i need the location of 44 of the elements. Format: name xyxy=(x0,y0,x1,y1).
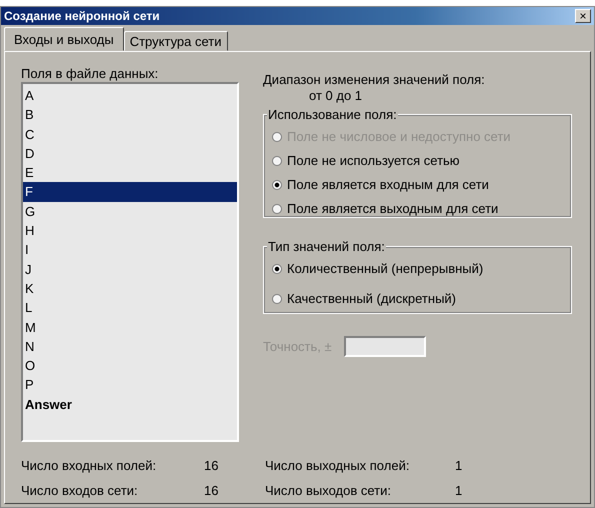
radio-option[interactable]: Количественный (непрерывный) xyxy=(272,257,563,281)
range-label: Диапазон изменения значений поля: xyxy=(263,72,486,88)
list-item[interactable]: P xyxy=(23,375,237,395)
radio-button[interactable] xyxy=(272,294,282,304)
list-item[interactable]: A xyxy=(23,86,237,106)
group-title: Использование поля: xyxy=(267,107,398,122)
tab[interactable]: Структура сети xyxy=(124,31,228,51)
range-value: от 0 до 1 xyxy=(309,88,364,104)
list-item[interactable]: E xyxy=(23,163,237,182)
radio-option[interactable]: Поле является выходным для сети xyxy=(272,197,563,221)
radio-option[interactable]: Поле не используется сетью xyxy=(272,149,563,173)
list-item[interactable]: Answer xyxy=(23,394,237,414)
radio-button[interactable] xyxy=(272,180,282,190)
group-title: Тип значений поля: xyxy=(267,239,386,254)
list-item[interactable]: O xyxy=(23,356,237,376)
list-item[interactable]: B xyxy=(23,105,237,125)
window-title: Создание нейронной сети xyxy=(4,9,160,23)
radio-button[interactable] xyxy=(272,204,282,214)
list-item[interactable]: N xyxy=(23,336,237,356)
list-label: Поля в файле данных: xyxy=(21,66,160,82)
list-item[interactable]: F xyxy=(23,182,237,202)
radio-option[interactable]: Качественный (дискретный) xyxy=(272,287,563,311)
radio-option[interactable]: Поле является входным для сети xyxy=(272,173,563,197)
stat-label: Число выходов сети: xyxy=(265,483,392,499)
list-item[interactable]: J xyxy=(23,260,237,279)
list-item[interactable]: C xyxy=(23,124,237,144)
radio-button[interactable] xyxy=(272,156,282,166)
list-item[interactable]: H xyxy=(23,221,237,240)
list-item[interactable]: G xyxy=(23,202,237,222)
radio-button[interactable] xyxy=(272,264,282,274)
list-item[interactable]: K xyxy=(23,278,237,298)
list-item[interactable]: L xyxy=(23,298,237,318)
list-item[interactable]: I xyxy=(23,240,237,260)
list-item[interactable]: M xyxy=(23,318,237,337)
stat-label: Число выходных полей: xyxy=(265,458,410,474)
stat-label: Число входов сети: xyxy=(21,483,139,499)
close-button[interactable]: × xyxy=(575,9,591,23)
stat-label: Число входных полей: xyxy=(21,458,158,474)
list-item[interactable]: D xyxy=(23,144,237,164)
stat-value: 16 xyxy=(204,458,220,474)
stat-value: 16 xyxy=(204,483,220,499)
tab[interactable]: Входы и выходы xyxy=(4,27,124,51)
stat-value: 1 xyxy=(455,483,464,499)
stat-value: 1 xyxy=(455,458,464,474)
